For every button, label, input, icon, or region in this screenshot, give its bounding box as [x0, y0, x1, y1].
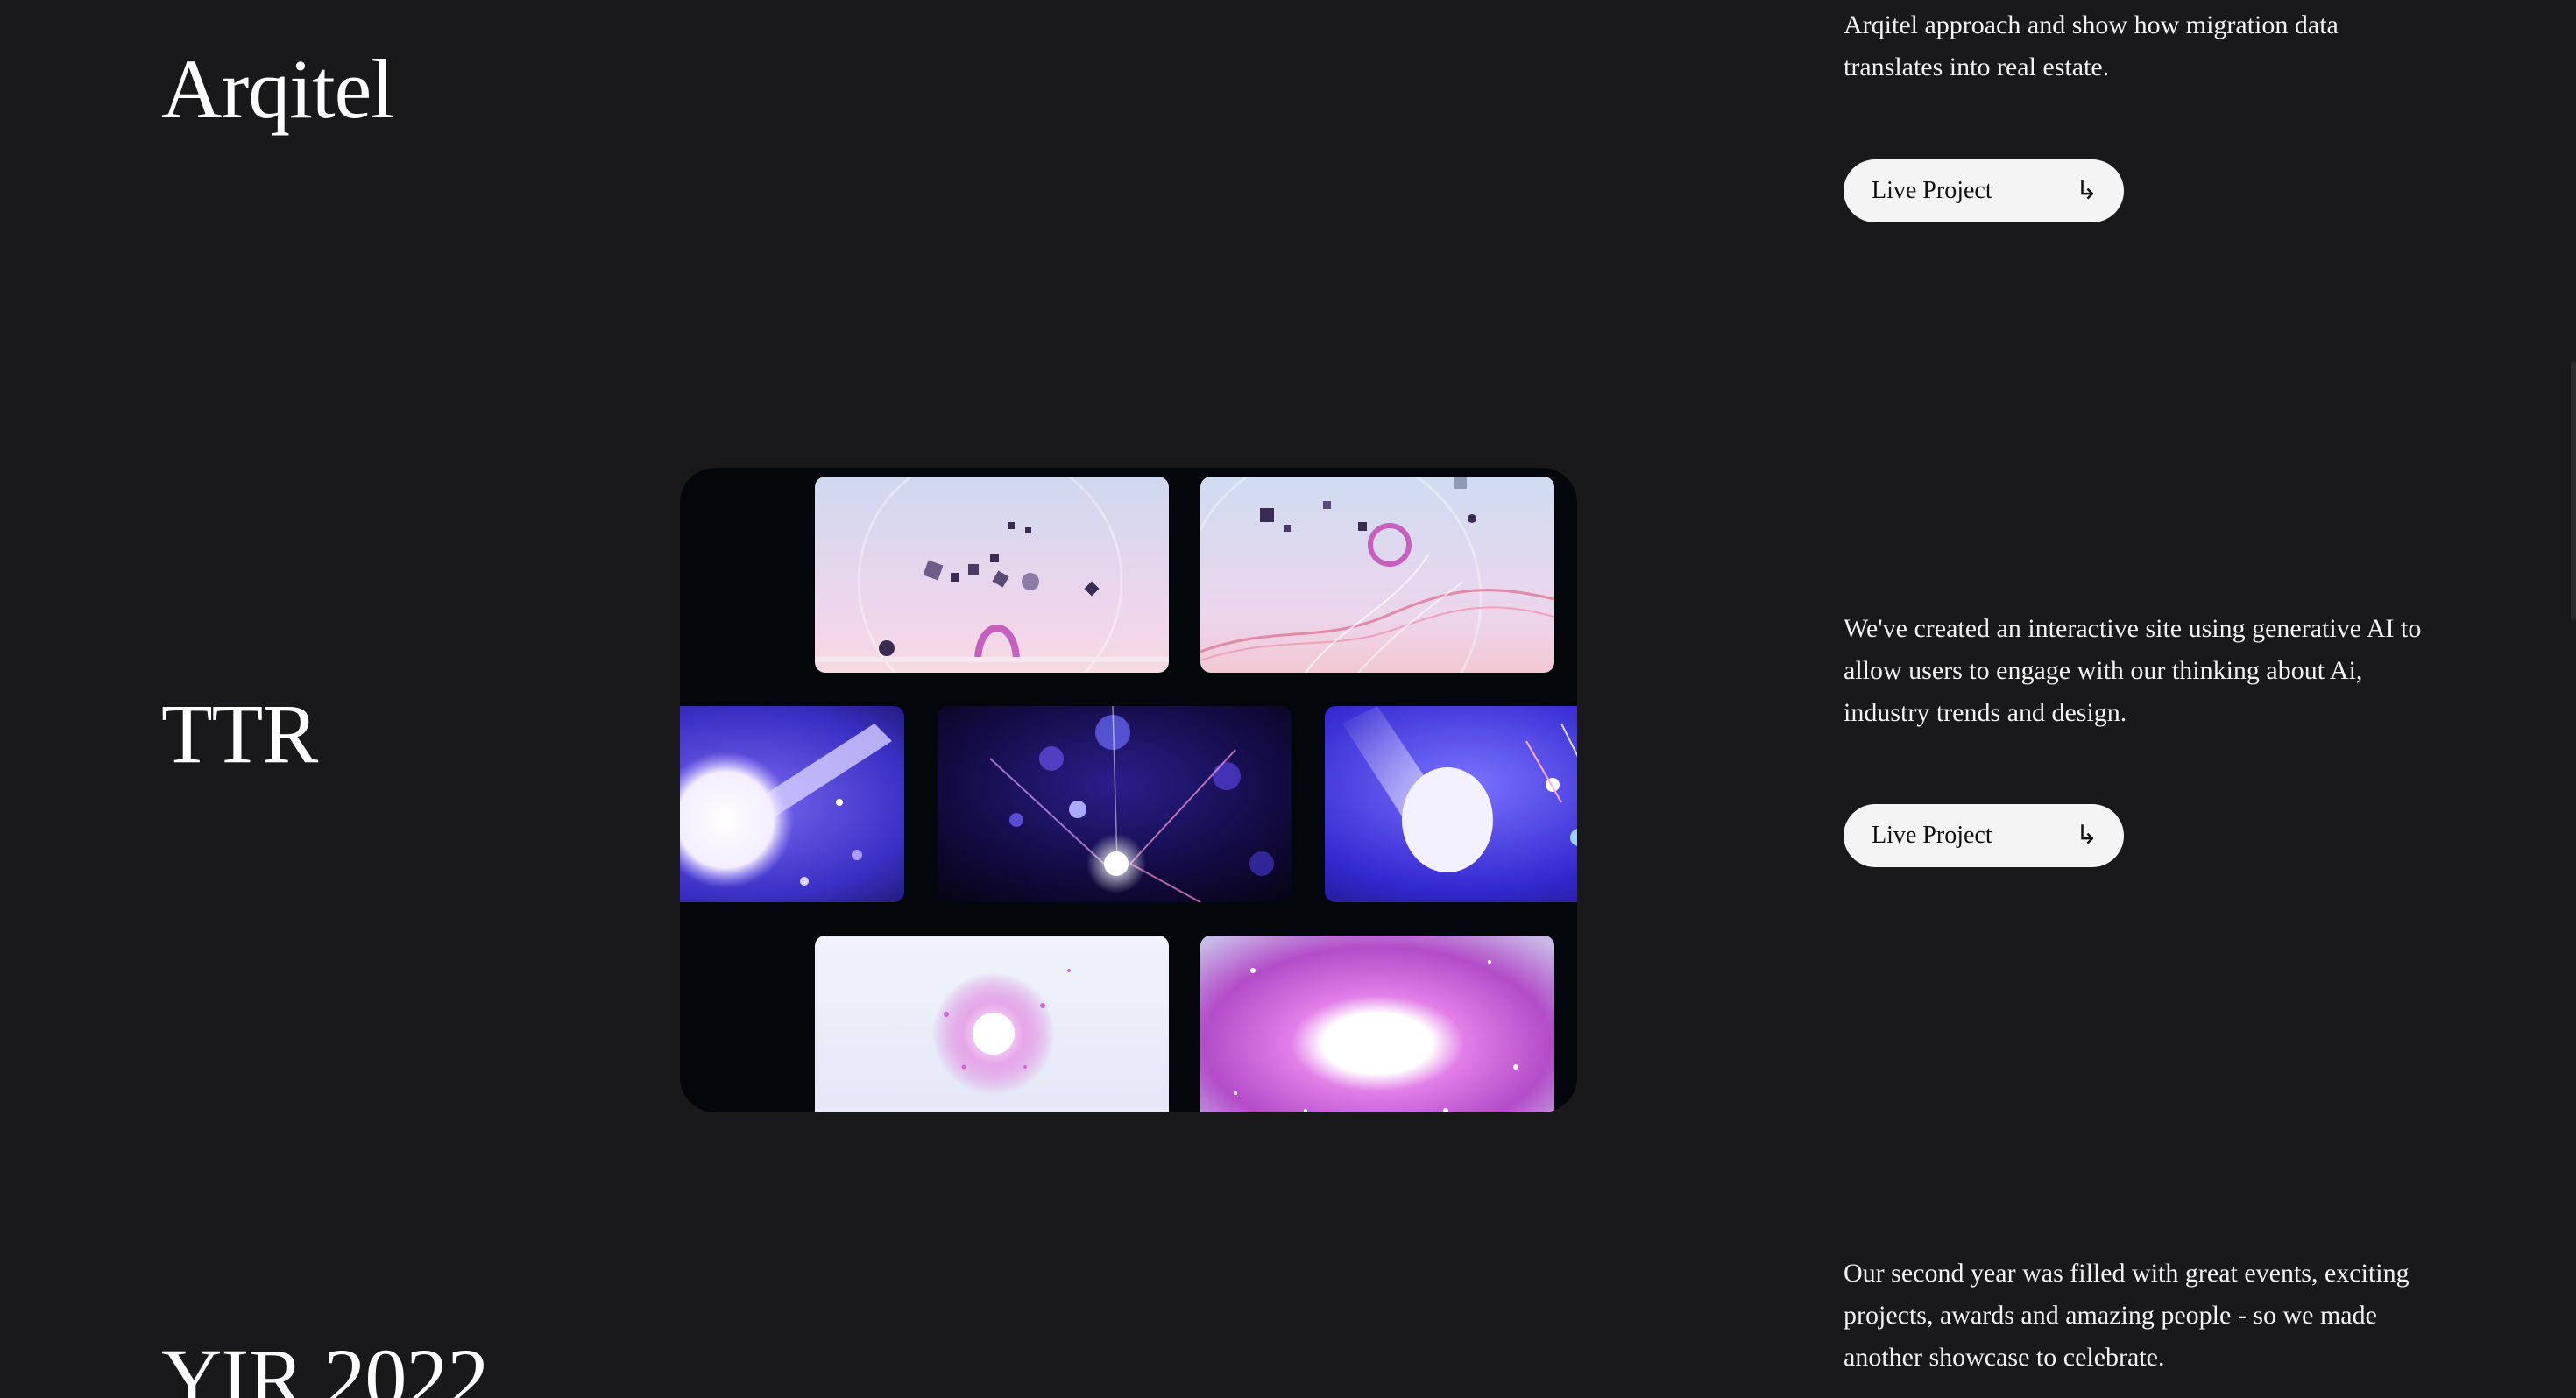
work-page: Arqitel Arqitel approach and show how mi… [0, 0, 2576, 1398]
blue-comet-tile-left [680, 706, 904, 902]
project-description-ttr: We've created an interactive site using … [1844, 614, 2422, 727]
page-scrollbar[interactable] [2571, 361, 2576, 620]
dark-particle-burst-tile [938, 706, 1292, 902]
project-title-ttr[interactable]: TTR [161, 692, 318, 776]
pink-floating-cubes-tile [815, 477, 1169, 673]
live-project-label: Live Project [1872, 177, 1992, 204]
arrow-down-right-icon: ↳ [2075, 820, 2098, 851]
purple-glitter-burst-tile [1200, 936, 1554, 1112]
project-title-arqitel[interactable]: Arqitel [161, 47, 394, 131]
light-pink-burst-tile [815, 936, 1169, 1112]
arrow-down-right-icon: ↳ [2075, 175, 2098, 206]
project-description-arqitel: Arqitel approach and show how migration … [1844, 11, 2339, 81]
project-title-yir-2022[interactable]: YIR 2022 [161, 1337, 489, 1398]
ttr-preview-grid[interactable] [680, 468, 1577, 1112]
ttr-live-project-button[interactable]: Live Project ↳ [1844, 804, 2124, 867]
project-description-yir-2022: Our second year was filled with great ev… [1844, 1259, 2410, 1372]
arqitel-live-project-button[interactable]: Live Project ↳ [1844, 159, 2124, 222]
live-project-label: Live Project [1872, 822, 1992, 849]
pink-threads-tile [1200, 477, 1554, 673]
blue-comet-tile-right [1325, 706, 1577, 902]
